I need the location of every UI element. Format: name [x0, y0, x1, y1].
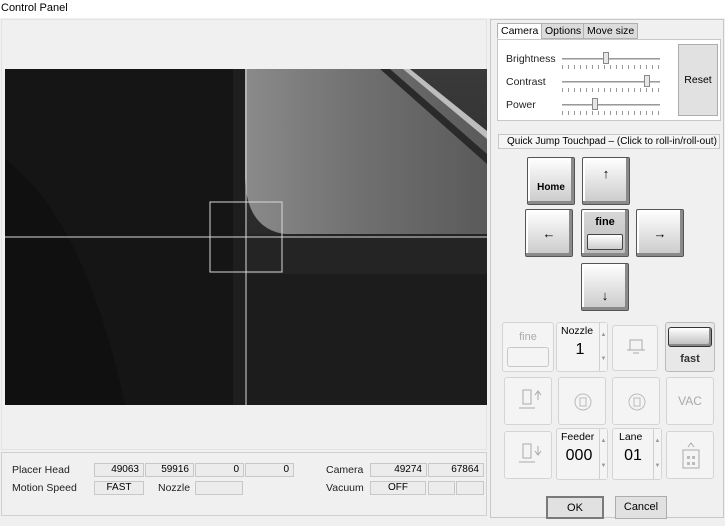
vacuum-label: Vacuum [326, 482, 364, 494]
brightness-track [562, 58, 660, 60]
nozzle-lower-icon [519, 443, 542, 463]
arrow-down-icon: ↓ [601, 288, 609, 303]
camera-y: 67864 [428, 463, 484, 477]
fine-label: fine [595, 216, 615, 228]
move-right-button[interactable]: → [636, 209, 684, 257]
reset-button[interactable]: Reset [678, 44, 718, 116]
tool-fine-label: fine [519, 331, 537, 343]
nozzle-value: 1 [575, 341, 585, 358]
fine-toggle-button[interactable]: fine [581, 209, 629, 257]
feeder-tool-button[interactable] [666, 431, 714, 479]
tool-fine-button[interactable]: fine [502, 322, 554, 372]
nozzle-selector[interactable]: Nozzle 1 ▲ ▼ [556, 322, 608, 372]
contrast-slider[interactable] [644, 75, 650, 87]
feeder-icon [682, 442, 700, 469]
nozzle-tool-icon [627, 339, 645, 354]
contrast-ticks [562, 88, 660, 92]
status-panel: Placer Head 49063 59916 0 0 Camera 49274… [1, 452, 487, 516]
lane-up-icon[interactable]: ▲ [653, 429, 661, 454]
tool-fine-indicator [507, 347, 549, 367]
cancel-button[interactable]: Cancel [615, 496, 667, 519]
ok-button[interactable]: OK [546, 496, 604, 519]
nozzle-status-label: Nozzle [158, 482, 191, 494]
feeder-down-icon[interactable]: ▼ [599, 454, 607, 479]
nozzle-status-value [195, 481, 243, 495]
vac-button[interactable]: VAC [666, 377, 714, 425]
placer-head-label: Placer Head [12, 464, 70, 476]
power-track [562, 104, 660, 106]
fine-indicator [587, 234, 623, 250]
vacuum-extra-2 [456, 481, 484, 495]
placer-head-x: 49063 [94, 463, 144, 477]
camera-tab-panel: Brightness Contrast Power Reset [497, 39, 721, 121]
lane-selector[interactable]: Lane 01 ▲ ▼ [612, 428, 662, 480]
camera-x: 49274 [370, 463, 427, 477]
home-button[interactable]: Home [527, 157, 575, 205]
contrast-label: Contrast [506, 76, 546, 88]
rotate-cw-button[interactable] [612, 377, 660, 425]
move-down-button[interactable]: ↓ [581, 263, 629, 311]
power-ticks [562, 111, 660, 115]
lane-value: 01 [624, 447, 642, 464]
camera-label: Camera [326, 464, 364, 476]
fast-label: fast [680, 353, 700, 365]
nozzle-raise-icon [519, 389, 542, 409]
rotate-ccw-button[interactable] [558, 377, 606, 425]
feeder-label: Feeder [561, 431, 595, 443]
arrow-up-icon: ↑ [602, 166, 610, 181]
window-title: Control Panel [1, 2, 68, 14]
title-bar: Control Panel [0, 0, 725, 18]
motion-speed-value: FAST [94, 481, 144, 495]
vacuum-extra-1 [428, 481, 455, 495]
feeder-up-icon[interactable]: ▲ [599, 429, 607, 454]
lane-label: Lane [619, 431, 643, 443]
quick-jump-bar[interactable]: Quick Jump Touchpad – (Click to roll-in/… [498, 134, 720, 149]
camera-image [5, 69, 487, 405]
feeder-selector[interactable]: Feeder 000 ▲ ▼ [556, 428, 608, 480]
lane-down-icon[interactable]: ▼ [653, 454, 661, 479]
fast-toggle-button[interactable]: fast [665, 322, 715, 372]
nozzle-up-button[interactable] [504, 377, 552, 425]
nozzle-up-icon[interactable]: ▲ [599, 323, 607, 347]
nozzle-tool-button[interactable] [612, 325, 658, 371]
feeder-value: 000 [565, 447, 593, 464]
rotate-cw-icon [628, 393, 646, 411]
power-slider[interactable] [592, 98, 598, 110]
tab-move-size[interactable]: Move size [583, 23, 639, 39]
move-left-button[interactable]: ← [525, 209, 573, 257]
nozzle-down-icon[interactable]: ▼ [599, 347, 607, 371]
motion-speed-label: Motion Speed [12, 482, 77, 494]
power-label: Power [506, 99, 536, 111]
fast-indicator [668, 327, 712, 347]
vacuum-value: OFF [370, 481, 426, 495]
nozzle-down-button[interactable] [504, 431, 552, 479]
arrow-left-icon: ← [542, 226, 556, 241]
brightness-ticks [562, 65, 660, 69]
camera-view[interactable] [5, 69, 487, 405]
nozzle-label: Nozzle [561, 325, 594, 337]
tab-options[interactable]: Options [541, 23, 586, 39]
brightness-slider[interactable] [603, 52, 609, 64]
home-label: Home [537, 182, 565, 193]
move-up-button[interactable]: ↑ [582, 157, 630, 205]
placer-head-y: 59916 [145, 463, 194, 477]
placer-head-r: 0 [245, 463, 294, 477]
placer-head-z: 0 [195, 463, 244, 477]
brightness-label: Brightness [506, 53, 556, 65]
arrow-right-icon: → [653, 226, 667, 241]
rotate-ccw-icon [574, 393, 592, 411]
tab-camera[interactable]: Camera [497, 23, 543, 39]
